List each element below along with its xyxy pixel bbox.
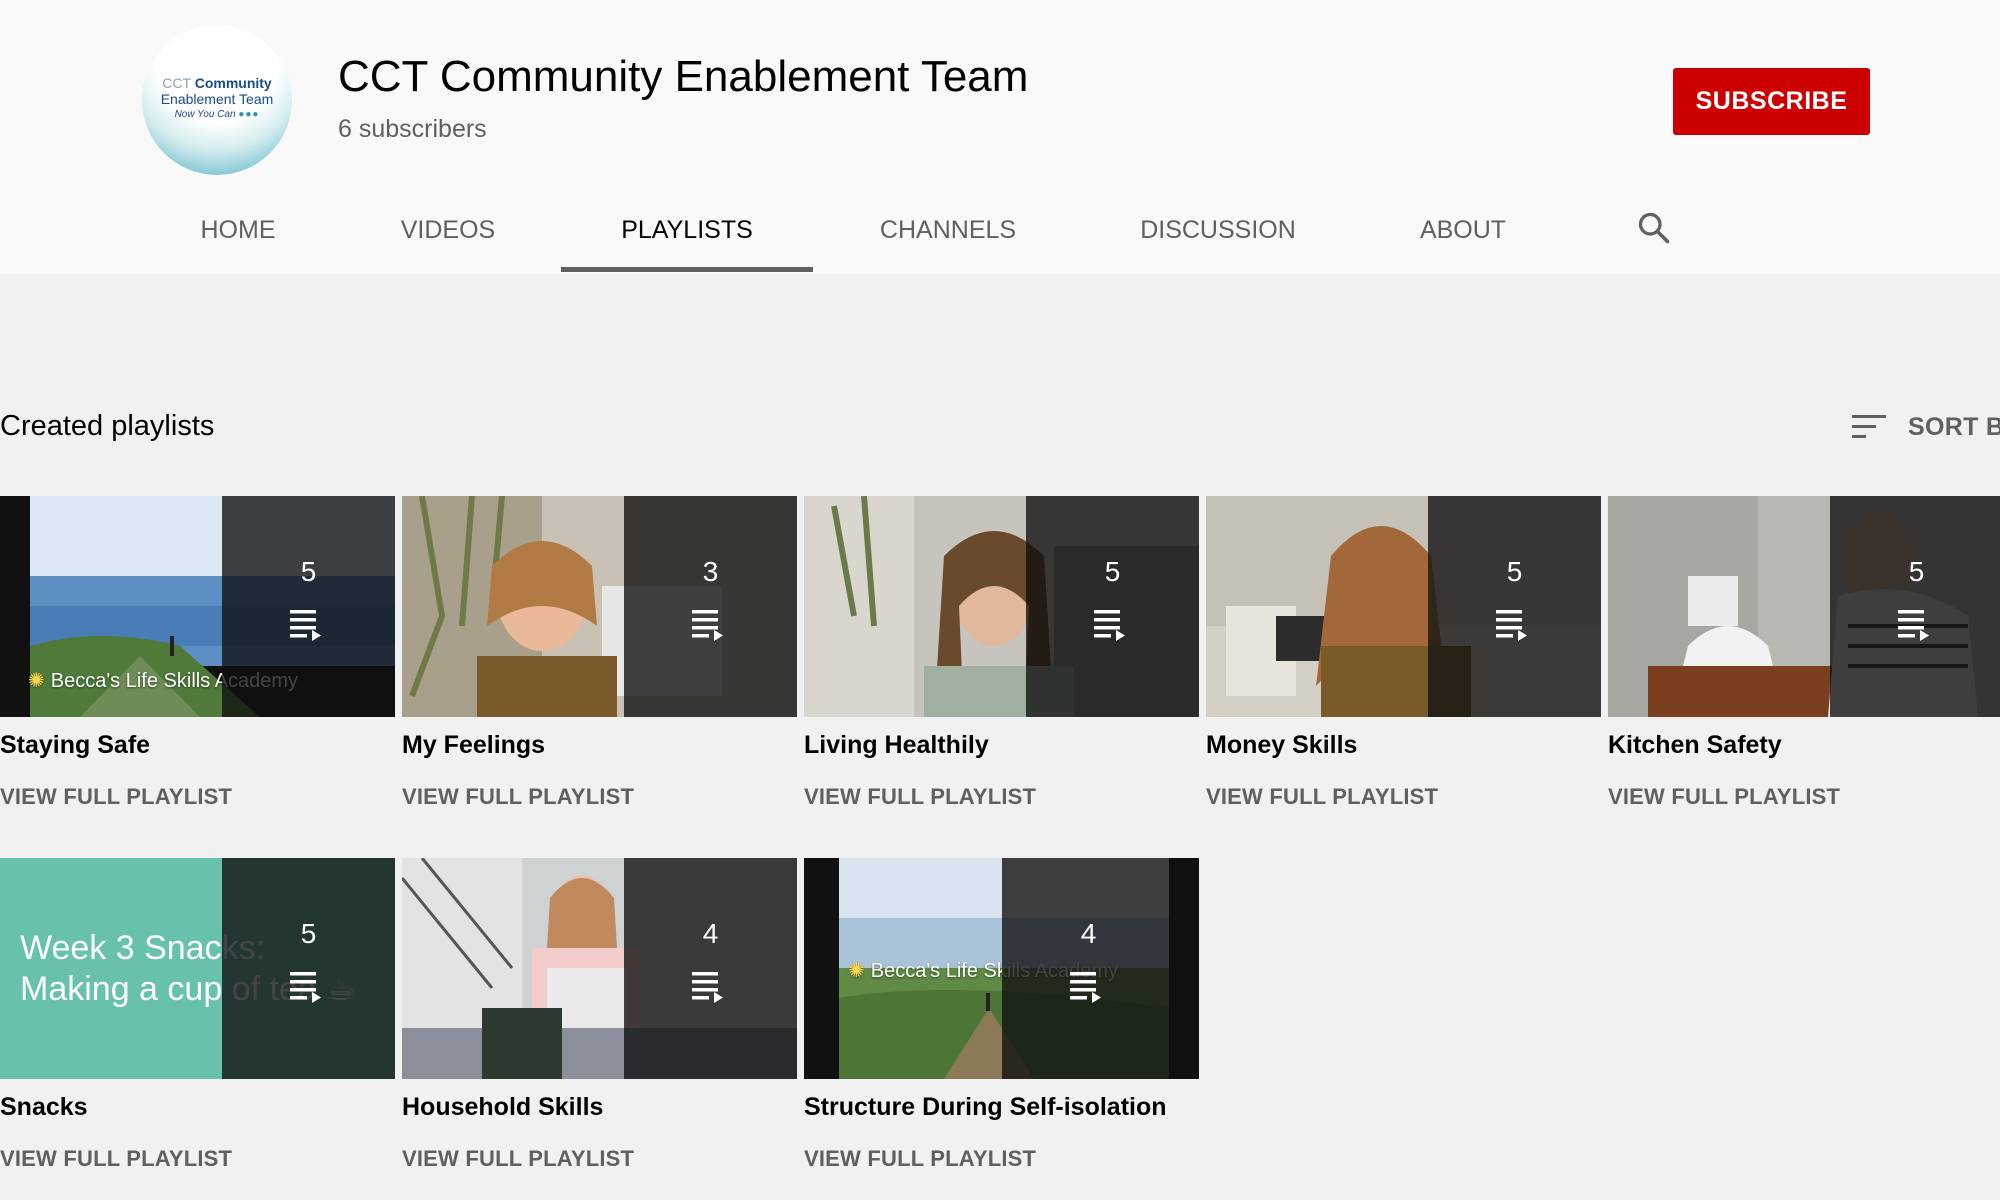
- playlist-overlay: 3: [624, 496, 797, 717]
- playlist-title[interactable]: My Feelings: [402, 731, 545, 760]
- playlist-thumbnail[interactable]: 3: [402, 496, 797, 717]
- view-full-playlist-link[interactable]: VIEW FULL PLAYLIST: [402, 784, 634, 810]
- playlist-title[interactable]: Money Skills: [1206, 731, 1357, 760]
- playlist-title[interactable]: Household Skills: [402, 1093, 603, 1122]
- view-full-playlist-link[interactable]: VIEW FULL PLAYLIST: [804, 1146, 1036, 1172]
- channel-name: CCT Community Enablement Team: [338, 52, 1029, 101]
- sort-icon: [1852, 415, 1886, 438]
- playlist-thumbnail[interactable]: 5: [804, 496, 1199, 717]
- playlist-title[interactable]: Kitchen Safety: [1608, 731, 1782, 760]
- playlist-icon: [1092, 608, 1132, 642]
- playlist-icon: [1494, 608, 1534, 642]
- avatar-logo: CCT Community Enablement Team Now You Ca…: [160, 75, 274, 120]
- playlist-overlay: 5: [222, 496, 395, 717]
- playlist-thumbnail[interactable]: 5: [1608, 496, 2000, 717]
- view-full-playlist-link[interactable]: VIEW FULL PLAYLIST: [804, 784, 1036, 810]
- tab-discussion[interactable]: DISCUSSION: [1138, 200, 1298, 274]
- playlist-icon: [690, 970, 730, 1004]
- video-count: 3: [702, 556, 719, 587]
- playlist-title[interactable]: Snacks: [0, 1093, 88, 1122]
- view-full-playlist-link[interactable]: VIEW FULL PLAYLIST: [1608, 784, 1840, 810]
- video-count: 5: [300, 556, 317, 587]
- view-full-playlist-link[interactable]: VIEW FULL PLAYLIST: [0, 1146, 232, 1172]
- tab-videos[interactable]: VIDEOS: [398, 200, 498, 274]
- video-count: 4: [1080, 918, 1097, 949]
- playlist-title[interactable]: Living Healthily: [804, 731, 989, 760]
- playlist-thumbnail[interactable]: Week 3 Snacks: Making a cup of tea ☕ 5: [0, 858, 395, 1079]
- playlist-overlay: 5: [1830, 496, 2000, 717]
- active-tab-indicator: [561, 267, 813, 272]
- playlist-thumbnail[interactable]: 4: [402, 858, 797, 1079]
- playlist-thumbnail[interactable]: ✺ Becca's Life Skills Academy 5: [0, 496, 395, 717]
- playlist-title[interactable]: Staying Safe: [0, 731, 150, 760]
- tab-about[interactable]: ABOUT: [1413, 200, 1513, 274]
- channel-header: CCT Community Enablement Team Now You Ca…: [0, 0, 2000, 274]
- video-count: 5: [1908, 556, 1925, 587]
- view-full-playlist-link[interactable]: VIEW FULL PLAYLIST: [402, 1146, 634, 1172]
- playlist-overlay: 5: [1428, 496, 1601, 717]
- view-full-playlist-link[interactable]: VIEW FULL PLAYLIST: [1206, 784, 1438, 810]
- playlist-overlay: 5: [222, 858, 395, 1079]
- playlist-title[interactable]: Structure During Self-isolation: [804, 1093, 1167, 1122]
- video-count: 4: [702, 918, 719, 949]
- tab-playlists[interactable]: PLAYLISTS: [561, 200, 813, 274]
- playlist-overlay: 4: [624, 858, 797, 1079]
- view-full-playlist-link[interactable]: VIEW FULL PLAYLIST: [0, 784, 232, 810]
- playlist-icon: [690, 608, 730, 642]
- sort-button[interactable]: SORT BY: [1850, 410, 2000, 444]
- playlist-thumbnail[interactable]: ✺ Becca's Life Skills Academy 4: [804, 858, 1199, 1079]
- playlist-icon: [288, 970, 328, 1004]
- subscriber-count: 6 subscribers: [338, 115, 487, 143]
- tab-channels[interactable]: CHANNELS: [875, 200, 1021, 274]
- playlist-icon: [288, 608, 328, 642]
- section-title: Created playlists: [0, 410, 215, 442]
- subscribe-button[interactable]: SUBSCRIBE: [1673, 68, 1870, 135]
- tab-home[interactable]: HOME: [190, 200, 286, 274]
- playlist-icon: [1896, 608, 1936, 642]
- channel-tabs: HOME VIDEOS PLAYLISTS CHANNELS DISCUSSIO…: [0, 200, 2000, 274]
- video-count: 5: [1506, 556, 1523, 587]
- playlist-overlay: 5: [1026, 496, 1199, 717]
- search-icon[interactable]: [1636, 210, 1672, 246]
- playlist-overlay: 4: [1002, 858, 1175, 1079]
- sort-label: SORT BY: [1908, 412, 2000, 441]
- video-count: 5: [300, 918, 317, 949]
- playlist-icon: [1068, 970, 1108, 1004]
- playlist-thumbnail[interactable]: 5: [1206, 496, 1601, 717]
- channel-avatar[interactable]: CCT Community Enablement Team Now You Ca…: [142, 25, 292, 175]
- video-count: 5: [1104, 556, 1121, 587]
